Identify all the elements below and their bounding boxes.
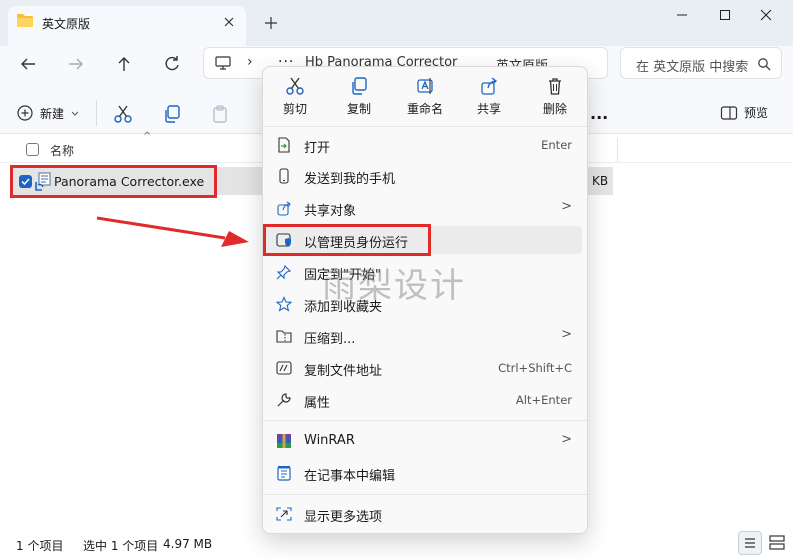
cut-button[interactable]: 剪切 (268, 76, 322, 122)
refresh-icon[interactable] (160, 52, 184, 76)
menu-item-send-to-phone[interactable]: 发送到我的手机 (266, 162, 582, 190)
cut-label: 剪切 (282, 102, 307, 116)
phone-icon (276, 168, 292, 184)
red-arrow-annotation (95, 210, 255, 250)
window-close-icon[interactable] (754, 6, 778, 24)
rename-label: 重命名 (406, 102, 443, 116)
highlight-box (263, 224, 431, 256)
submenu-chevron-icon: > (561, 432, 572, 447)
column-header-name[interactable]: 名称 (50, 142, 74, 159)
menu-item-label: 复制文件地址 (304, 364, 383, 379)
submenu-chevron-icon: > (561, 327, 572, 342)
back-arrow-icon[interactable] (16, 52, 40, 76)
menu-item-label: 打开 (304, 141, 331, 156)
menu-item-compress-to[interactable]: 压缩到... > (266, 322, 582, 350)
menu-item-label: 共享对象 (304, 204, 357, 219)
plus-circle-icon (17, 105, 33, 121)
rename-button[interactable]: 重命名 (398, 76, 452, 122)
scissors-icon (286, 77, 304, 95)
menu-item-shortcut: Enter (541, 138, 572, 152)
copy-label: 复制 (346, 102, 371, 116)
menu-item-copy-as-path[interactable]: 复制文件地址 Ctrl+Shift+C (266, 354, 582, 382)
delete-label: 删除 (542, 102, 567, 116)
menu-item-edit-in-notepad[interactable]: 在记事本中编辑 (266, 459, 582, 487)
star-icon (276, 296, 292, 312)
status-selected-count: 选中 1 个项目 (83, 539, 159, 553)
select-all-checkbox[interactable] (26, 143, 39, 156)
file-size: KB (592, 174, 609, 188)
winrar-icon (276, 433, 292, 449)
menu-item-label: 发送到我的手机 (304, 172, 396, 187)
close-tab-icon[interactable] (220, 13, 238, 31)
status-selected-size: 4.97 MB (163, 537, 213, 551)
chevron-down-icon (71, 111, 79, 116)
menu-item-label: WinRAR (304, 433, 355, 448)
search-placeholder: 在 英文原版 中搜索 (636, 60, 749, 75)
watermark-text: 雨梨设计 (322, 266, 466, 306)
paste-icon[interactable] (210, 104, 230, 124)
menu-item-shortcut: Alt+Enter (515, 393, 572, 407)
menu-item-label: 显示更多选项 (304, 510, 383, 525)
preview-button[interactable]: 预览 (720, 104, 768, 121)
menu-divider (263, 126, 587, 127)
copy-icon[interactable] (162, 104, 182, 124)
delete-button[interactable]: 删除 (528, 76, 582, 122)
menu-item-share-with[interactable]: 共享对象 > (266, 194, 582, 222)
trash-icon (549, 78, 561, 95)
menu-item-label: 属性 (304, 396, 331, 411)
zip-icon (276, 328, 292, 344)
search-icon[interactable] (757, 57, 771, 71)
tab-title: 英文原版 (42, 17, 91, 31)
toolbar-divider (96, 100, 97, 126)
breadcrumb-chevron[interactable]: › (247, 54, 253, 70)
notepad-icon (276, 465, 292, 481)
wrench-icon (276, 392, 292, 408)
column-divider[interactable] (617, 138, 618, 162)
forward-arrow-icon[interactable] (64, 52, 88, 76)
menu-item-shortcut: Ctrl+Shift+C (498, 361, 572, 375)
folder-icon (16, 12, 34, 28)
menu-divider (263, 420, 587, 421)
up-arrow-icon[interactable] (112, 52, 136, 76)
menu-item-open[interactable]: 打开 Enter (266, 131, 582, 159)
highlight-box (10, 165, 217, 198)
submenu-chevron-icon: > (561, 199, 572, 214)
share-label: 共享 (476, 102, 501, 116)
menu-divider (263, 494, 587, 495)
pin-icon (276, 264, 292, 280)
more-options-icon (276, 506, 292, 522)
new-tab-button[interactable] (262, 14, 280, 32)
maximize-icon[interactable] (713, 6, 737, 24)
share-icon (481, 77, 497, 95)
menu-item-label: 压缩到... (304, 332, 356, 347)
details-view-icon[interactable] (738, 531, 762, 555)
preview-label: 预览 (744, 106, 769, 120)
menu-item-show-more-options[interactable]: 显示更多选项 (266, 500, 582, 528)
share-icon (276, 200, 292, 216)
open-file-icon (276, 137, 292, 153)
cut-icon[interactable] (113, 104, 133, 124)
preview-pane-icon (720, 105, 738, 120)
sort-ascending-icon: ^ (143, 131, 152, 142)
menu-item-properties[interactable]: 属性 Alt+Enter (266, 386, 582, 414)
minimize-icon[interactable] (670, 6, 694, 24)
menu-item-label: 在记事本中编辑 (304, 469, 396, 484)
computer-icon (214, 55, 232, 71)
more-options-button[interactable]: ... (590, 104, 608, 123)
menu-item-winrar[interactable]: WinRAR > (266, 427, 582, 455)
rename-icon (417, 78, 433, 94)
share-button[interactable]: 共享 (462, 76, 516, 122)
tiles-view-icon[interactable] (767, 533, 787, 553)
copy-path-icon (276, 360, 292, 376)
new-button[interactable]: 新建 (16, 103, 80, 123)
copy-button[interactable]: 复制 (332, 76, 386, 122)
copy-icon (352, 77, 367, 95)
new-label: 新建 (40, 106, 65, 121)
status-item-count: 1 个项目 (16, 539, 64, 553)
